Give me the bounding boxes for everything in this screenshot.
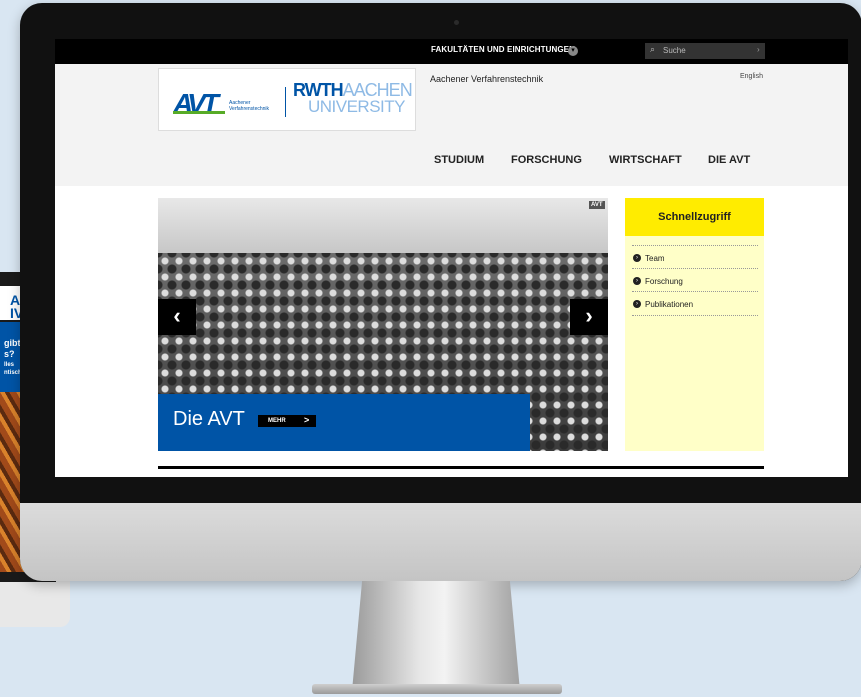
site-header: AVT Aachener Verfahrenstechnik RWTHAACHE… (55, 64, 848, 186)
search-submit-icon[interactable]: › (757, 45, 760, 54)
nav-item-studium[interactable]: STUDIUM (434, 154, 484, 166)
nav-item-die-avt[interactable]: DIE AVT (708, 154, 750, 166)
slider-next-button[interactable]: › (570, 299, 608, 335)
quick-access-panel: Schnellzugriff › Team › Forschung › Publ… (625, 198, 764, 451)
more-button-label: MEHR (268, 418, 286, 424)
hero-title: Die AVT (173, 408, 245, 430)
monitor-stand (352, 581, 520, 691)
hero-caption: Die AVT MEHR > (158, 394, 530, 451)
monitor-stand-base (312, 684, 562, 694)
chevron-right-icon: > (304, 415, 310, 425)
imac-monitor: FAKULTÄTEN UND EINRICHTUNGEN ▾ ⌕ › AVT A… (20, 3, 861, 581)
website-screen: FAKULTÄTEN UND EINRICHTUNGEN ▾ ⌕ › AVT A… (55, 39, 848, 477)
quick-access-header: Schnellzugriff (625, 198, 764, 236)
chevron-down-icon[interactable]: ▾ (568, 46, 578, 56)
quick-link-publikationen[interactable]: › Publikationen (632, 291, 758, 314)
nav-item-wirtschaft[interactable]: WIRTSCHAFT (609, 154, 682, 166)
monitor-chin (20, 503, 861, 581)
top-bar: FAKULTÄTEN UND EINRICHTUNGEN ▾ ⌕ › (55, 39, 848, 64)
search-icon: ⌕ (650, 44, 656, 54)
quick-link-label: Team (645, 254, 665, 263)
background-teaser-line: lles (4, 362, 15, 368)
hero-slider[interactable]: AVT ‹ › Die AVT MEHR > (158, 198, 608, 451)
quick-link-team[interactable]: › Team (632, 245, 758, 268)
background-teaser-line: s? (4, 349, 15, 359)
institute-name[interactable]: Aachener Verfahrenstechnik (430, 74, 543, 84)
nav-item-forschung[interactable]: FORSCHUNG (511, 154, 582, 166)
quick-link-label: Forschung (645, 277, 683, 286)
divider (632, 315, 758, 316)
quick-link-label: Publikationen (645, 300, 694, 309)
quick-access-title: Schnellzugriff (658, 211, 731, 223)
avt-subtitle: Aachener Verfahrenstechnik (229, 100, 270, 112)
faculties-link[interactable]: FAKULTÄTEN UND EINRICHTUNGEN (431, 45, 575, 54)
logo-divider (285, 87, 286, 117)
arrow-circle-icon: › (633, 277, 641, 285)
camera-icon (454, 20, 459, 25)
search-input[interactable] (663, 44, 753, 57)
arrow-circle-icon: › (633, 254, 641, 262)
language-link[interactable]: English (740, 73, 763, 80)
logo-box[interactable]: AVT Aachener Verfahrenstechnik RWTHAACHE… (158, 68, 416, 131)
quick-link-forschung[interactable]: › Forschung (632, 268, 758, 291)
arrow-circle-icon: › (633, 300, 641, 308)
avt-logo: AVT (173, 89, 226, 115)
hero-tag: AVT (589, 201, 605, 209)
rwth-logo: RWTHAACHEN UNIVERSITY (293, 80, 413, 116)
content-divider (158, 466, 764, 469)
search-box: ⌕ › (645, 43, 765, 59)
slider-prev-button[interactable]: ‹ (158, 299, 196, 335)
more-button[interactable]: MEHR > (258, 415, 316, 427)
